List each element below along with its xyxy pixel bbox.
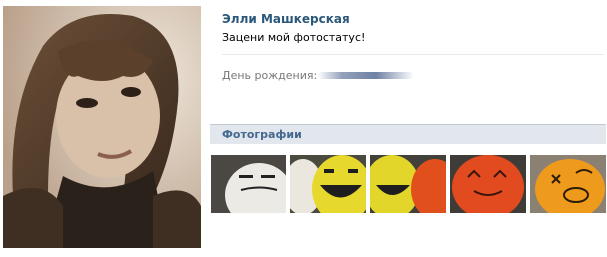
photos-title[interactable]: Фотографии (222, 128, 302, 141)
profile-photo[interactable] (3, 6, 201, 248)
photo-thumbnail[interactable] (290, 155, 366, 213)
status-text[interactable]: Зацени мой фотостатус! (222, 31, 365, 44)
photos-section-header[interactable]: Фотографии (210, 124, 606, 144)
photo-thumbnail[interactable] (450, 155, 526, 213)
divider (222, 54, 604, 55)
birthday-label: День рождения: (222, 69, 318, 82)
birthday-value-obscured (318, 72, 414, 79)
profile-name[interactable]: Элли Машкерская (222, 12, 350, 26)
photo-thumbnail[interactable] (211, 155, 286, 213)
photo-thumbnail[interactable] (370, 155, 446, 213)
photo-thumbnail[interactable] (530, 155, 606, 213)
